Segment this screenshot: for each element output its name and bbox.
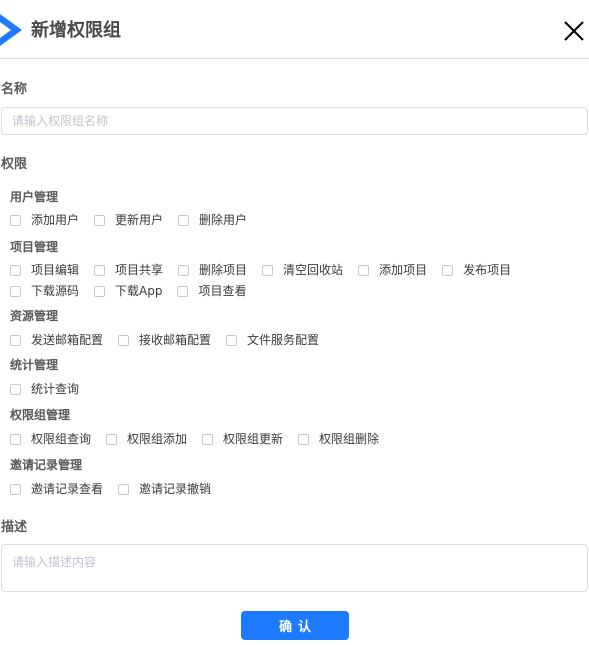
permission-checkbox-label: 清空回收站 (283, 263, 344, 277)
permission-row: 下载源码 下载App 项目查看 (10, 283, 261, 299)
permission-row: 邀请记录查看 邀请记录撤销 (10, 481, 226, 497)
permission-group-title: 邀请记录管理 (10, 458, 83, 472)
permission-group-title: 统计管理 (10, 358, 59, 372)
dialog-title: 新增权限组 (31, 20, 121, 41)
permission-checkbox-item[interactable]: 项目查看 (177, 283, 246, 299)
checkbox-box[interactable] (177, 285, 189, 297)
checkbox-box[interactable] (94, 214, 106, 226)
brand-logo-icon (0, 14, 22, 46)
permission-checkbox-item[interactable]: 文件服务配置 (226, 332, 319, 348)
checkbox-box[interactable] (118, 483, 130, 495)
checkbox-box[interactable] (298, 433, 310, 445)
checkbox-box[interactable] (178, 264, 190, 276)
permission-checkbox-label: 邀请记录撤销 (139, 482, 212, 496)
permission-checkbox-item[interactable]: 权限组查询 (10, 431, 91, 447)
permission-checkbox-label: 删除用户 (199, 213, 248, 227)
permission-checkbox-item[interactable]: 项目共享 (94, 262, 163, 278)
permission-checkbox-item[interactable]: 添加项目 (358, 262, 427, 278)
permission-checkbox-label: 项目查看 (198, 284, 247, 298)
permission-group-title: 用户管理 (10, 190, 59, 204)
permission-checkbox-label: 更新用户 (115, 213, 164, 227)
permission-checkbox-label: 项目编辑 (31, 263, 80, 277)
permission-checkbox-label: 项目共享 (115, 263, 164, 277)
permission-checkbox-item[interactable]: 下载源码 (10, 283, 79, 299)
permission-label: 权限 (1, 157, 28, 172)
permission-checkbox-label: 下载源码 (31, 284, 80, 298)
permission-checkbox-label: 权限组删除 (319, 432, 380, 446)
permission-checkbox-label: 统计查询 (31, 382, 80, 396)
permission-group-title: 项目管理 (10, 240, 59, 254)
permission-group-title: 权限组管理 (10, 408, 71, 422)
permission-row: 添加用户 更新用户 删除用户 (10, 212, 262, 228)
permission-checkbox-item[interactable]: 发送邮箱配置 (10, 332, 103, 348)
dialog-header: 新增权限组 (0, 0, 589, 59)
close-icon[interactable] (563, 20, 585, 42)
checkbox-box[interactable] (178, 214, 190, 226)
checkbox-box[interactable] (94, 285, 106, 297)
permission-checkbox-label: 权限组更新 (223, 432, 284, 446)
permission-row: 项目编辑 项目共享 删除项目 清空回收站 添加项目 发布项目 (10, 262, 526, 278)
checkbox-box[interactable] (10, 383, 21, 395)
permission-checkbox-item[interactable]: 删除项目 (178, 262, 247, 278)
permission-checkbox-label: 下载App (115, 284, 163, 298)
permission-checkbox-item[interactable]: 添加用户 (10, 212, 79, 228)
permission-checkbox-label: 权限组查询 (31, 432, 92, 446)
permission-row: 权限组查询 权限组添加 权限组更新 权限组删除 (10, 431, 394, 447)
permission-row: 统计查询 (10, 381, 94, 397)
checkbox-box[interactable] (202, 433, 214, 445)
permission-checkbox-item[interactable]: 删除用户 (178, 212, 247, 228)
checkbox-box[interactable] (10, 264, 21, 276)
description-input[interactable] (1, 544, 588, 592)
permission-checkbox-item[interactable]: 邀请记录查看 (10, 481, 103, 497)
permission-checkbox-label: 接收邮箱配置 (139, 333, 212, 347)
checkbox-box[interactable] (226, 334, 238, 346)
permission-checkbox-item[interactable]: 统计查询 (10, 381, 79, 397)
permission-checkbox-item[interactable]: 清空回收站 (262, 262, 343, 278)
permission-checkbox-item[interactable]: 下载App (94, 283, 162, 299)
permission-checkbox-label: 删除项目 (199, 263, 248, 277)
checkbox-box[interactable] (10, 214, 21, 226)
permission-checkbox-item[interactable]: 项目编辑 (10, 262, 79, 278)
permission-checkbox-item[interactable]: 邀请记录撤销 (118, 481, 211, 497)
checkbox-box[interactable] (118, 334, 130, 346)
description-label: 描述 (1, 520, 28, 535)
permission-checkbox-label: 发送邮箱配置 (31, 333, 104, 347)
checkbox-box[interactable] (94, 264, 106, 276)
permission-checkbox-label: 添加项目 (379, 263, 428, 277)
permission-checkbox-item[interactable]: 更新用户 (94, 212, 163, 228)
checkbox-box[interactable] (10, 334, 21, 346)
permission-checkbox-label: 文件服务配置 (247, 333, 320, 347)
permission-group-title: 资源管理 (10, 309, 59, 323)
permission-checkbox-item[interactable]: 接收邮箱配置 (118, 332, 211, 348)
checkbox-box[interactable] (10, 285, 21, 297)
permission-checkbox-item[interactable]: 发布项目 (442, 262, 511, 278)
checkbox-box[interactable] (442, 264, 454, 276)
name-label: 名称 (1, 82, 28, 97)
permission-checkbox-item[interactable]: 权限组添加 (106, 431, 187, 447)
permission-checkbox-label: 邀请记录查看 (31, 482, 104, 496)
checkbox-box[interactable] (106, 433, 118, 445)
permission-row: 发送邮箱配置 接收邮箱配置 文件服务配置 (10, 332, 334, 348)
checkbox-box[interactable] (358, 264, 370, 276)
permission-checkbox-label: 发布项目 (463, 263, 512, 277)
checkbox-box[interactable] (262, 264, 274, 276)
checkbox-box[interactable] (10, 483, 21, 495)
permission-checkbox-item[interactable]: 权限组删除 (298, 431, 379, 447)
name-input[interactable] (1, 107, 588, 135)
checkbox-box[interactable] (10, 433, 21, 445)
confirm-button[interactable]: 确认 (241, 611, 349, 640)
permission-checkbox-item[interactable]: 权限组更新 (202, 431, 283, 447)
permission-checkbox-label: 添加用户 (31, 213, 80, 227)
permission-checkbox-label: 权限组添加 (127, 432, 188, 446)
